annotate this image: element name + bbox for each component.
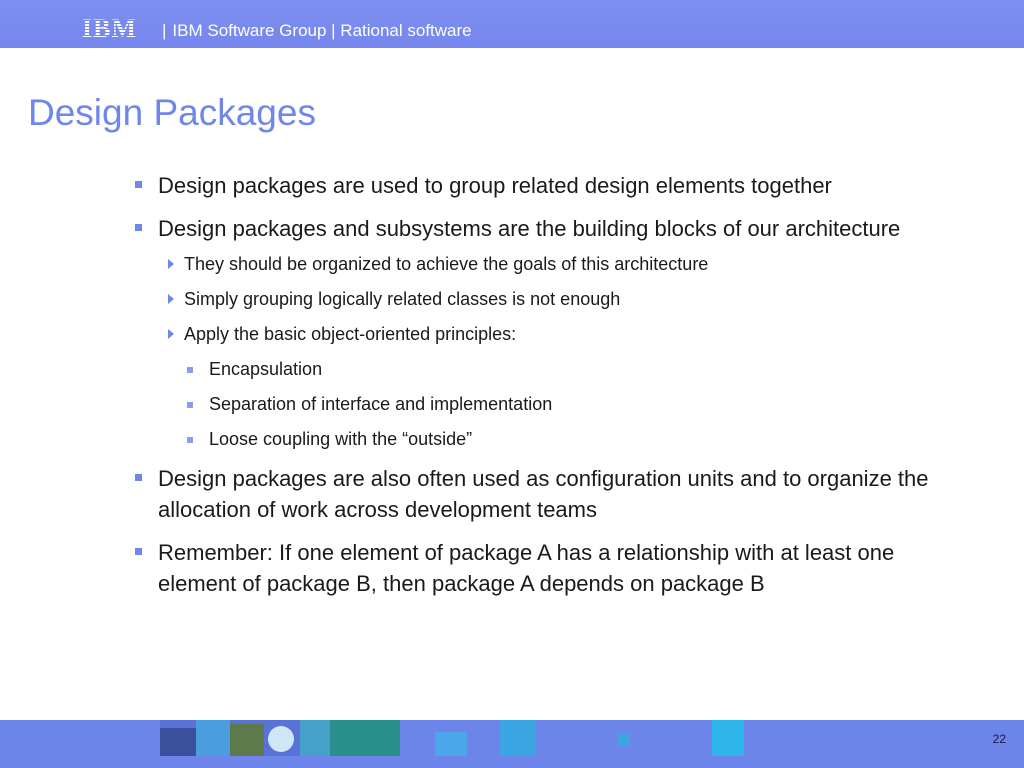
ibm-logo-text: IBM — [82, 15, 137, 43]
sub-sub-bullet-text: Loose coupling with the “outside” — [209, 429, 473, 449]
sub-bullet-text: They should be organized to achieve the … — [184, 254, 709, 274]
slide-content: Design packages are used to group relate… — [132, 170, 962, 611]
bullet-item: Design packages are used to group relate… — [132, 170, 962, 201]
footer-tile — [435, 732, 467, 756]
footer-photo-circle — [268, 726, 294, 752]
slide-title: Design Packages — [28, 92, 316, 133]
bullet-text: Design packages and subsystems are the b… — [158, 216, 901, 241]
bullet-text: Remember: If one element of package A ha… — [158, 540, 895, 596]
small-square-bullet-icon — [187, 437, 193, 443]
footer-photo-gears — [230, 724, 264, 756]
sub-sub-bullet-item: Loose coupling with the “outside” — [132, 427, 962, 451]
footer-tile — [712, 720, 744, 756]
footer-tile — [500, 720, 536, 756]
square-bullet-icon — [135, 224, 142, 231]
triangle-bullet-icon — [168, 329, 174, 339]
bullet-text: Design packages are used to group relate… — [158, 173, 832, 198]
square-bullet-icon — [135, 181, 142, 188]
header-title-text: IBM Software Group | Rational software — [172, 21, 472, 40]
triangle-bullet-icon — [168, 294, 174, 304]
sub-bullet-item: They should be organized to achieve the … — [132, 252, 962, 276]
bullet-item: Remember: If one element of package A ha… — [132, 537, 962, 599]
footer-photo-water — [300, 720, 330, 756]
square-bullet-icon — [135, 548, 142, 555]
sub-sub-bullet-item: Separation of interface and implementati… — [132, 392, 962, 416]
bullet-item: Design packages are also often used as c… — [132, 463, 962, 525]
header-separator: | — [162, 21, 167, 40]
footer-photo-hikers — [330, 720, 400, 756]
ibm-logo: IBM — [82, 15, 152, 45]
triangle-bullet-icon — [168, 259, 174, 269]
footer-tile — [618, 734, 630, 746]
header-bar: IBM | IBM Software Group | Rational softw… — [0, 0, 1024, 48]
sub-sub-bullet-text: Separation of interface and implementati… — [209, 394, 553, 414]
sub-bullet-text: Simply grouping logically related classe… — [184, 289, 621, 309]
bullet-item: Design packages and subsystems are the b… — [132, 213, 962, 244]
footer-photo-figures — [196, 720, 230, 756]
bullet-text: Design packages are also often used as c… — [158, 466, 929, 522]
header-title: | IBM Software Group | Rational software — [162, 21, 472, 41]
small-square-bullet-icon — [187, 367, 193, 373]
sub-bullet-item: Apply the basic object-oriented principl… — [132, 322, 962, 346]
sub-sub-bullet-text: Encapsulation — [209, 359, 323, 379]
footer-bar: 22 — [0, 720, 1024, 768]
square-bullet-icon — [135, 474, 142, 481]
sub-sub-bullet-item: Encapsulation — [132, 357, 962, 381]
page-number: 22 — [992, 732, 1006, 746]
sub-bullet-text: Apply the basic object-oriented principl… — [184, 324, 517, 344]
footer-photo-people — [160, 728, 196, 756]
small-square-bullet-icon — [187, 402, 193, 408]
sub-bullet-item: Simply grouping logically related classe… — [132, 287, 962, 311]
